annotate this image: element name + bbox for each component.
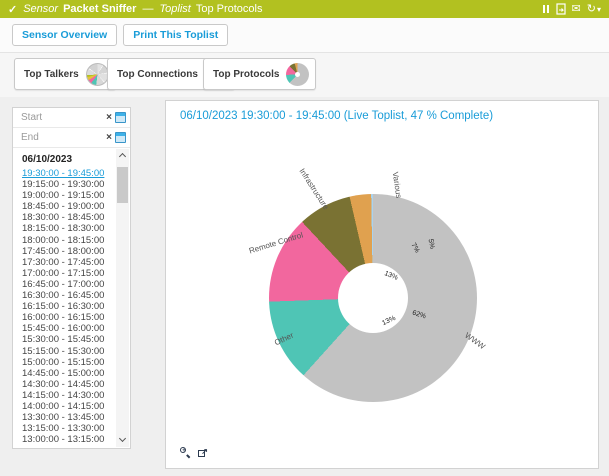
toplist-interval-item[interactable]: 19:15:00 - 19:30:00	[13, 179, 116, 190]
toplist-interval-item[interactable]: 18:15:00 - 18:30:00	[13, 223, 116, 234]
toplist-interval-item[interactable]: 17:45:00 - 18:00:00	[13, 246, 116, 257]
toplist-interval-item[interactable]: 15:15:00 - 15:30:00	[13, 346, 116, 357]
breadcrumb-separator: —	[142, 3, 153, 15]
scroll-up-icon[interactable]	[116, 149, 129, 163]
toplist-interval-item[interactable]: 16:00:00 - 16:15:00	[13, 312, 116, 323]
start-date-input[interactable]	[21, 112, 106, 123]
slice-category-label: WWW	[463, 331, 487, 351]
end-date-input[interactable]	[21, 132, 106, 143]
clear-start-icon[interactable]: ×	[106, 113, 112, 123]
toplist-interval-item[interactable]: 14:30:00 - 14:45:00	[13, 379, 116, 390]
toplist-interval-item[interactable]: 17:30:00 - 17:45:00	[13, 257, 116, 268]
top-talkers-pie-icon	[86, 63, 109, 86]
top-protocols-pie-icon	[286, 63, 309, 86]
interval-filter-panel: × × 06/10/2023 19:30:00 - 19:45:0019:15:…	[12, 107, 131, 449]
date-header: 06/10/2023	[13, 149, 116, 168]
toplist-label: Toplist	[159, 3, 190, 15]
toplist-interval-item[interactable]: 16:30:00 - 16:45:00	[13, 290, 116, 301]
toplist-interval-item[interactable]: 18:30:00 - 18:45:00	[13, 212, 116, 223]
toolbar: Sensor Overview Print This Toplist	[0, 18, 609, 53]
email-icon[interactable]: ✉	[572, 3, 581, 15]
dropdown-caret-icon: ▾	[597, 5, 601, 14]
sensor-header-bar: ✓ Sensor Packet Sniffer — Toplist Top Pr…	[0, 0, 609, 18]
print-toplist-button[interactable]: Print This Toplist	[123, 24, 228, 46]
start-date-row: ×	[13, 108, 130, 128]
sensor-name[interactable]: Packet Sniffer	[63, 3, 136, 15]
toplist-interval-item[interactable]: 16:15:00 - 16:30:00	[13, 301, 116, 312]
sensor-overview-button[interactable]: Sensor Overview	[12, 24, 117, 46]
toplist-interval-item[interactable]: 17:00:00 - 17:15:00	[13, 268, 116, 279]
tab-top-protocols[interactable]: Top Protocols	[203, 58, 316, 90]
toplist-interval-item[interactable]: 15:45:00 - 16:00:00	[13, 323, 116, 334]
toplist-interval-item[interactable]: 19:00:00 - 19:15:00	[13, 190, 116, 201]
toplist-interval-item[interactable]: 13:00:00 - 13:15:00	[13, 434, 116, 445]
tab-top-talkers[interactable]: Top Talkers	[14, 58, 116, 90]
toplist-name: Top Protocols	[196, 3, 263, 15]
protocols-donut-chart[interactable]	[269, 194, 477, 402]
tab-top-connections-label: Top Connections	[117, 69, 198, 80]
tab-top-protocols-label: Top Protocols	[213, 69, 279, 80]
chart-title: 06/10/2023 19:30:00 - 19:45:00 (Live Top…	[180, 110, 493, 122]
refresh-icon[interactable]: ↻▾	[587, 3, 601, 15]
open-in-new-window-icon[interactable]: ↗	[198, 448, 208, 458]
toplist-interval-item[interactable]: 15:30:00 - 15:45:00	[13, 334, 116, 345]
toplist-interval-item[interactable]: 14:15:00 - 14:30:00	[13, 390, 116, 401]
report-icon[interactable]	[556, 3, 566, 15]
tab-top-talkers-label: Top Talkers	[24, 69, 79, 80]
toplist-interval-item[interactable]: 18:00:00 - 18:15:00	[13, 235, 116, 246]
slice-category-label: Infrastructure	[297, 167, 330, 211]
status-ok-check-icon: ✓	[8, 3, 17, 16]
toplist-interval-item[interactable]: 18:45:00 - 19:00:00	[13, 201, 116, 212]
toplist-interval-item[interactable]: 14:00:00 - 14:15:00	[13, 401, 116, 412]
toplist-interval-item[interactable]: 19:30:00 - 19:45:00	[13, 168, 116, 179]
end-date-row: ×	[13, 128, 130, 148]
toplist-interval-item[interactable]: 13:30:00 - 13:45:00	[13, 412, 116, 423]
interval-scrollbar[interactable]	[116, 149, 129, 447]
toplist-tabs-row: Top Talkers Top Connections Top Protocol…	[0, 53, 609, 97]
toplist-interval-item[interactable]: 13:15:00 - 13:30:00	[13, 423, 116, 434]
slice-category-label: Various	[391, 171, 404, 199]
toplist-interval-item[interactable]: 14:45:00 - 15:00:00	[13, 368, 116, 379]
pause-icon[interactable]	[542, 3, 550, 15]
toplist-interval-item[interactable]: 16:45:00 - 17:00:00	[13, 279, 116, 290]
clear-end-icon[interactable]: ×	[106, 133, 112, 143]
scrollbar-thumb[interactable]	[117, 167, 128, 203]
zoom-in-icon[interactable]: +	[180, 447, 191, 458]
sensor-label: Sensor	[23, 3, 58, 15]
end-calendar-icon[interactable]	[115, 132, 126, 143]
scroll-down-icon[interactable]	[116, 433, 129, 447]
start-calendar-icon[interactable]	[115, 112, 126, 123]
chart-footer-icons: + ↗	[180, 447, 208, 458]
toplist-chart-panel: 06/10/2023 19:30:00 - 19:45:00 (Live Top…	[165, 100, 599, 469]
toplist-interval-item[interactable]: 15:00:00 - 15:15:00	[13, 357, 116, 368]
interval-list: 06/10/2023 19:30:00 - 19:45:0019:15:00 -…	[13, 149, 116, 448]
